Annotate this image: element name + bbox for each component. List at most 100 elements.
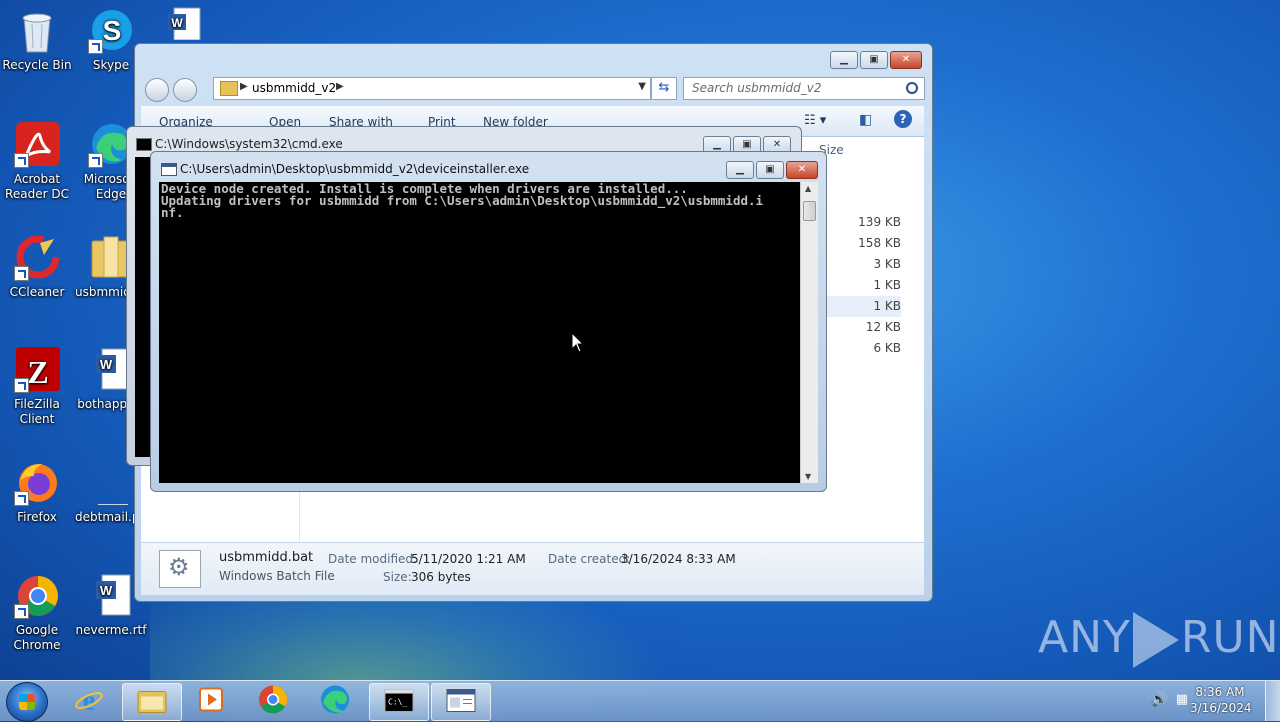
- play-triangle-icon: [1132, 612, 1179, 668]
- filezilla-icon: Z: [14, 347, 60, 393]
- deviceinstaller-window-title: C:\Users\admin\Desktop\usbmmidd_v2\devic…: [180, 162, 530, 176]
- file-size-cell: 139 KB: [858, 215, 901, 229]
- close-button[interactable]: ✕: [890, 51, 922, 69]
- search-placeholder: Search usbmmidd_v2: [692, 81, 822, 95]
- desktop-icon-firefox[interactable]: Firefox: [1, 460, 73, 525]
- desktop-icon-acrobat[interactable]: Acrobat Reader DC: [1, 122, 73, 202]
- taskbar-edge[interactable]: [306, 683, 364, 719]
- search-icon: [906, 82, 918, 94]
- desktop-icon-filezilla[interactable]: Z FileZilla Client: [1, 347, 73, 427]
- explorer-window-controls: ▁ ▣ ✕: [830, 51, 922, 69]
- internet-explorer-icon: e: [74, 685, 104, 718]
- svg-text:W: W: [171, 16, 183, 30]
- taskbar-deviceinstaller[interactable]: [431, 683, 491, 721]
- desktop-icon-chrome[interactable]: Google Chrome: [1, 573, 73, 653]
- console-app-icon: [446, 689, 476, 716]
- file-size-cell: 12 KB: [865, 320, 901, 334]
- preview-pane-icon[interactable]: ◧: [859, 112, 872, 128]
- file-explorer-icon: [137, 688, 167, 717]
- batch-file-icon: [159, 550, 201, 588]
- details-size-value: 306 bytes: [411, 570, 471, 584]
- file-size-cell-selected[interactable]: 1 KB: [825, 296, 901, 317]
- shortcut-arrow-icon: [88, 39, 103, 54]
- shortcut-arrow-icon: [14, 378, 29, 393]
- firefox-icon: [14, 460, 60, 506]
- console-scrollbar[interactable]: ▲ ▼: [800, 182, 818, 483]
- desktop-icon-label: Skype: [92, 58, 130, 72]
- maximize-button[interactable]: ▣: [860, 51, 888, 69]
- show-desktop-button[interactable]: [1265, 681, 1280, 721]
- start-button[interactable]: [6, 682, 48, 722]
- scrollbar-thumb[interactable]: [803, 201, 816, 221]
- close-icon: ✕: [901, 54, 911, 65]
- taskbar-chrome[interactable]: [244, 683, 302, 719]
- breadcrumb-chevron-icon[interactable]: ▶: [336, 81, 344, 92]
- desktop-icon-recycle-bin[interactable]: Recycle Bin: [1, 8, 73, 73]
- scroll-up-icon[interactable]: ▲: [805, 184, 811, 193]
- watermark-right: RUN: [1180, 612, 1280, 663]
- svg-text:e: e: [83, 686, 95, 715]
- minimize-icon: ▁: [713, 139, 721, 150]
- details-modified-value: 5/11/2020 1:21 AM: [411, 552, 526, 566]
- taskbar: e C:\_ 🔊 ▦ 8:36 AM 3/16/2024: [0, 680, 1280, 722]
- desktop-icon-word-doc-top[interactable]: W: [150, 6, 220, 44]
- deviceinstaller-window-controls: ▁ ▣ ✕: [726, 161, 818, 179]
- shortcut-arrow-icon: [14, 153, 29, 168]
- view-options-icon[interactable]: ☷ ▾: [804, 113, 826, 128]
- svg-text:C:\_: C:\_: [388, 698, 407, 707]
- details-created-value: 3/16/2024 8:33 AM: [621, 552, 736, 566]
- minimize-button[interactable]: ▁: [830, 51, 858, 69]
- file-size-cell: 3 KB: [873, 257, 901, 271]
- maximize-button[interactable]: ▣: [756, 161, 784, 179]
- scroll-down-icon[interactable]: ▼: [805, 472, 811, 481]
- close-icon: ✕: [797, 164, 807, 175]
- taskbar-media-player[interactable]: [182, 683, 240, 719]
- taskbar-cmd[interactable]: C:\_: [369, 683, 429, 721]
- minimize-button[interactable]: ▁: [726, 161, 754, 179]
- cmd-icon: [136, 138, 152, 151]
- recycle-bin-icon: [14, 8, 60, 54]
- svg-text:S: S: [103, 15, 122, 46]
- shortcut-arrow-icon: [14, 491, 29, 506]
- help-icon[interactable]: ?: [894, 110, 912, 128]
- shortcut-arrow-icon: [14, 266, 29, 281]
- svg-text:W: W: [100, 583, 113, 598]
- address-folder-name[interactable]: usbmmidd_v2: [252, 81, 336, 95]
- chrome-icon: [14, 573, 60, 619]
- chevron-down-icon[interactable]: ▼: [638, 81, 646, 92]
- refresh-button[interactable]: ⇆: [651, 77, 677, 100]
- deviceinstaller-window[interactable]: C:\Users\admin\Desktop\usbmmidd_v2\devic…: [150, 151, 827, 492]
- desktop-icon-label: neverme.rtf: [75, 623, 147, 637]
- file-size-cell: 158 KB: [858, 236, 901, 250]
- details-modified-label: Date modified:: [328, 552, 418, 566]
- back-button[interactable]: [145, 78, 169, 102]
- close-button[interactable]: ✕: [786, 161, 818, 179]
- breadcrumb-chevron-icon: ▶: [240, 81, 248, 92]
- desktop-icon-label: Google Chrome: [13, 623, 61, 652]
- network-icon[interactable]: ▦: [1176, 692, 1188, 707]
- desktop-icon-label: Acrobat Reader DC: [5, 172, 69, 201]
- details-file-name: usbmmidd.bat: [219, 550, 314, 565]
- system-clock[interactable]: 8:36 AM 3/16/2024: [1190, 684, 1252, 716]
- console-output[interactable]: Device node created. Install is complete…: [159, 182, 800, 483]
- refresh-icon: ⇆: [658, 80, 670, 95]
- minimize-icon: ▁: [736, 164, 744, 175]
- address-bar[interactable]: ▶ usbmmidd_v2 ▶ ▼: [213, 77, 651, 100]
- close-icon: ✕: [772, 139, 782, 150]
- size-column: 139 KB 158 KB 3 KB 1 KB 1 KB 12 KB 6 KB: [825, 212, 901, 359]
- search-input[interactable]: Search usbmmidd_v2: [683, 77, 925, 100]
- maximize-icon: ▣: [742, 139, 752, 150]
- shortcut-arrow-icon: [14, 604, 29, 619]
- volume-icon[interactable]: 🔊: [1151, 692, 1168, 708]
- desktop-icon-label: CCleaner: [9, 285, 65, 299]
- details-file-type: Windows Batch File: [219, 569, 335, 583]
- forward-button[interactable]: [173, 78, 197, 102]
- taskbar-internet-explorer[interactable]: e: [60, 683, 118, 719]
- ccleaner-icon: [14, 235, 60, 281]
- desktop-icon-ccleaner[interactable]: CCleaner: [1, 235, 73, 300]
- acrobat-reader-icon: [14, 122, 60, 168]
- file-size-cell: 6 KB: [873, 341, 901, 355]
- maximize-icon: ▣: [765, 164, 775, 175]
- taskbar-file-explorer[interactable]: [122, 683, 182, 721]
- word-document-icon: W: [164, 6, 206, 41]
